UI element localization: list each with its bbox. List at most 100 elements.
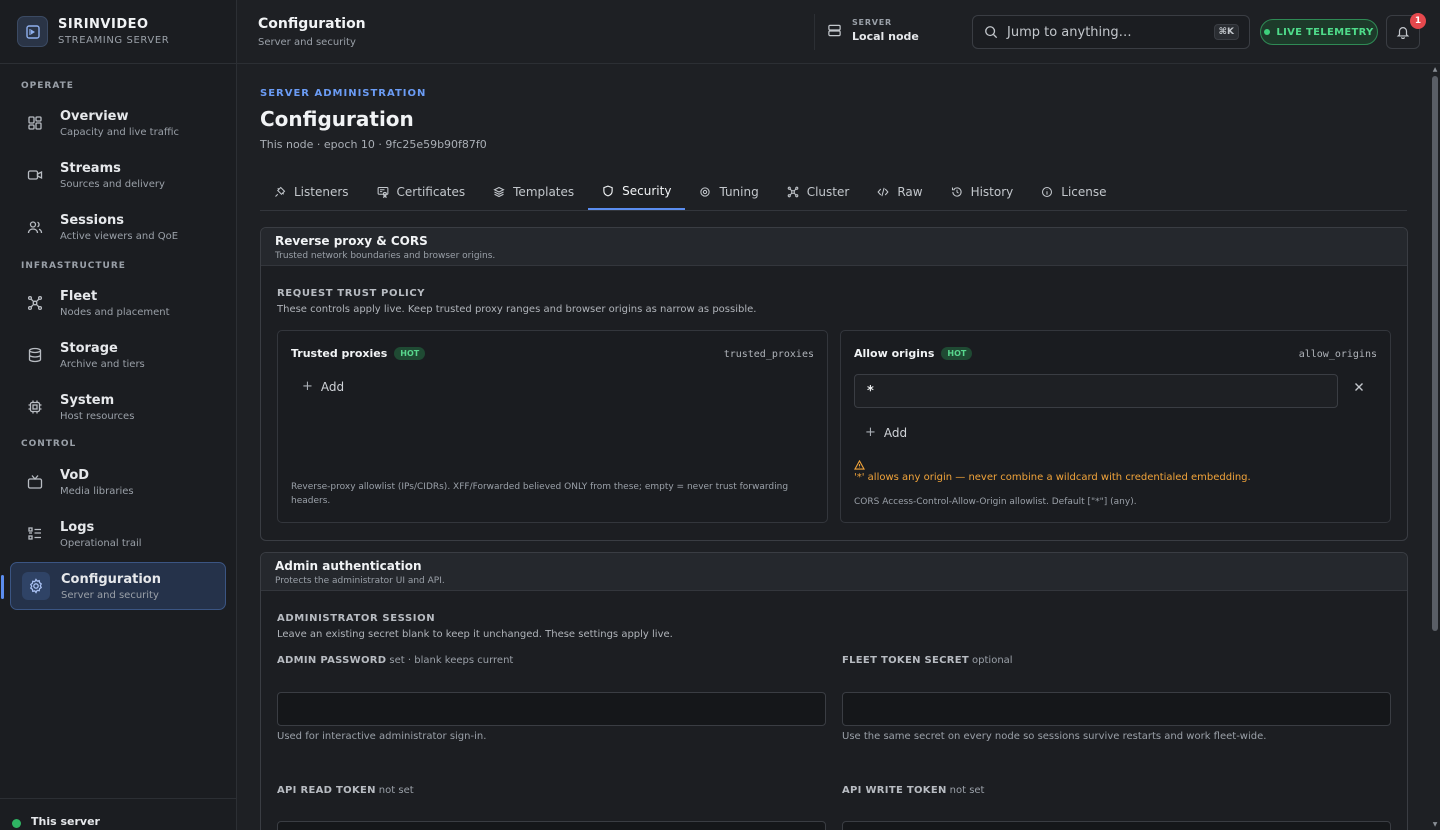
search-placeholder: Jump to anything… (1007, 24, 1132, 40)
sidebar-item-title: Fleet (60, 288, 98, 304)
admin-password-help: Used for interactive administrator sign-… (277, 731, 487, 742)
nav-section-control: CONTROL (21, 439, 77, 449)
main-scrollbar[interactable]: ▲ ▼ (1430, 64, 1440, 830)
sidebar-item-system[interactable]: System Host resources (10, 383, 226, 431)
tab-templates[interactable]: Templates (479, 173, 588, 210)
panel-title: Allow origins (854, 347, 935, 360)
search-input[interactable]: Jump to anything… ⌘K (972, 15, 1250, 49)
live-dot-icon (1264, 29, 1271, 35)
sidebar-item-storage[interactable]: Storage Archive and tiers (10, 331, 226, 379)
tab-raw[interactable]: Raw (863, 173, 936, 210)
plug-icon (274, 186, 286, 198)
add-label: Add (320, 379, 345, 394)
admin-password-field[interactable] (277, 692, 826, 726)
panel-title: Trusted proxies (291, 347, 388, 360)
tab-cluster[interactable]: Cluster (773, 173, 864, 210)
divider (814, 14, 815, 50)
field-label-text: API READ TOKEN (277, 785, 376, 796)
tab-label: Cluster (806, 184, 850, 199)
sidebar-item-vod[interactable]: VoD Media libraries (10, 458, 226, 506)
list-icon (24, 523, 46, 545)
certificate-icon (377, 186, 389, 198)
scroll-down-icon[interactable]: ▼ (1431, 821, 1439, 828)
history-icon (951, 186, 963, 198)
tab-security[interactable]: Security (588, 173, 686, 210)
sidebar-item-desc: Server and security (61, 589, 159, 601)
config-key: trusted_proxies (723, 349, 814, 360)
notifications-button[interactable]: 1 (1386, 13, 1426, 49)
server-status-label: This server (31, 815, 100, 828)
sidebar-item-fleet[interactable]: Fleet Nodes and placement (10, 279, 226, 327)
fleet-token-label: FLEET TOKEN SECRET optional (842, 655, 1013, 666)
bell-icon (1396, 25, 1410, 39)
sidebar-item-streams[interactable]: Streams Sources and delivery (10, 151, 226, 199)
sidebar-item-configuration[interactable]: Configuration Server and security (1, 562, 226, 610)
tab-label: Tuning (719, 184, 759, 199)
server-selector[interactable]: SERVER Local node (827, 18, 919, 43)
card-header: Reverse proxy & CORS Trusted network bou… (261, 228, 1407, 266)
tab-label: Templates (513, 184, 575, 199)
sidebar-item-desc: Operational trail (60, 537, 142, 549)
live-telemetry-toggle[interactable]: LIVE TELEMETRY (1260, 19, 1378, 45)
layers-icon (493, 186, 505, 198)
network-icon (24, 292, 46, 314)
warning-icon (854, 459, 865, 473)
scroll-thumb[interactable] (1432, 76, 1438, 631)
tab-license[interactable]: License (1027, 173, 1120, 210)
api-read-token-field[interactable] (277, 821, 826, 830)
server-label: SERVER (852, 18, 893, 27)
api-write-token-field[interactable] (842, 821, 1391, 830)
hot-badge: HOT (941, 347, 973, 360)
server-icon (827, 23, 842, 38)
close-icon (1355, 383, 1363, 391)
database-icon (24, 344, 46, 366)
scroll-up-icon[interactable]: ▲ (1431, 66, 1439, 73)
topbar: Configuration Server and security SERVER… (237, 0, 1440, 64)
sidebar-item-title: Overview (60, 108, 129, 124)
fleet-token-help: Use the same secret on every node so ses… (842, 731, 1267, 742)
add-label: Add (883, 425, 908, 440)
remove-origin-button[interactable] (1354, 381, 1364, 396)
sidebar-item-desc: Archive and tiers (60, 358, 145, 370)
config-key: allow_origins (1298, 349, 1377, 360)
sidebar-item-overview[interactable]: Overview Capacity and live traffic (10, 99, 226, 147)
tab-label: Raw (897, 184, 923, 199)
sidebar-item-sessions[interactable]: Sessions Active viewers and QoE (10, 203, 226, 251)
admin-auth-card: Admin authentication Protects the admini… (260, 552, 1408, 830)
fleet-token-field[interactable] (842, 692, 1391, 726)
add-origin-button[interactable]: + Add (865, 425, 907, 440)
tab-certificates[interactable]: Certificates (363, 173, 480, 210)
server-value: Local node (852, 30, 919, 43)
section-description: These controls apply live. Keep trusted … (277, 304, 757, 315)
sidebar-item-title: System (60, 392, 115, 408)
sidebar-item-desc: Active viewers and QoE (60, 230, 179, 242)
plus-icon: + (865, 425, 876, 440)
section-description: Leave an existing secret blank to keep i… (277, 629, 673, 640)
gear-icon (22, 572, 50, 600)
cpu-icon (24, 396, 46, 418)
card-subtitle: Protects the administrator UI and API. (275, 576, 445, 586)
add-trusted-proxy-button[interactable]: + Add (302, 379, 344, 394)
field-hint: optional (972, 655, 1013, 666)
video-icon (24, 164, 46, 186)
origin-entry-input[interactable]: * (854, 374, 1338, 408)
nav-section-operate: OPERATE (21, 81, 74, 91)
tab-history[interactable]: History (937, 173, 1028, 210)
page-meta: This node · epoch 10 · 9fc25e59b90f87f0 (260, 138, 487, 151)
tab-listeners[interactable]: Listeners (260, 173, 363, 210)
brand-logo-icon (17, 16, 48, 47)
tab-tuning[interactable]: Tuning (685, 173, 772, 210)
grid-icon (24, 112, 46, 134)
brand[interactable]: SIRINVIDEO STREAMING SERVER (0, 0, 236, 64)
allow-origins-help: CORS Access-Control-Allow-Origin allowli… (854, 497, 1137, 507)
server-status[interactable]: This server (0, 798, 236, 830)
sidebar-item-logs[interactable]: Logs Operational trail (10, 510, 226, 558)
sidebar: SIRINVIDEO STREAMING SERVER OPERATE Over… (0, 0, 237, 830)
trusted-proxies-panel: Trusted proxies HOT trusted_proxies + Ad… (277, 330, 828, 523)
hot-badge: HOT (394, 347, 426, 360)
wildcard-warning: '*' allows any origin — never combine a … (854, 472, 1251, 483)
tab-label: History (970, 184, 1014, 199)
code-icon (877, 186, 889, 198)
field-hint: not set (949, 785, 985, 796)
sidebar-item-title: Storage (60, 340, 118, 356)
